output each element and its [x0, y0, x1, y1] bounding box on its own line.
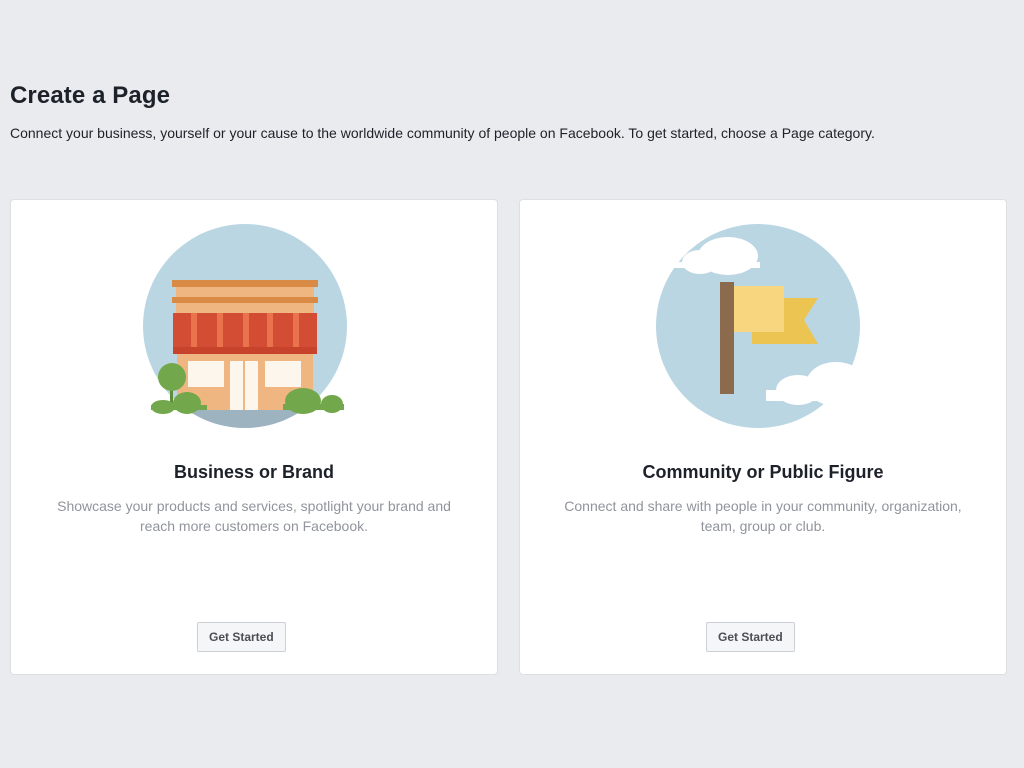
- card-description: Connect and share with people in your co…: [564, 498, 962, 534]
- card-title: Business or Brand: [173, 462, 335, 482]
- page-subtitle: Connect your business, yourself or your …: [10, 125, 875, 141]
- card-description: Showcase your products and services, spo…: [57, 498, 451, 534]
- storefront-icon: [143, 224, 347, 428]
- get-started-button[interactable]: Get Started: [706, 622, 795, 652]
- page-title: Create a Page: [10, 82, 171, 109]
- get-started-button[interactable]: Get Started: [197, 622, 286, 652]
- flag-icon: [656, 224, 872, 428]
- community-public-figure-card[interactable]: Community or Public Figure Connect and s…: [519, 199, 1007, 675]
- card-title: Community or Public Figure: [642, 462, 884, 482]
- business-brand-card[interactable]: Business or Brand Showcase your products…: [10, 199, 498, 675]
- create-page-screen: Create a Page Connect your business, you…: [0, 0, 1024, 768]
